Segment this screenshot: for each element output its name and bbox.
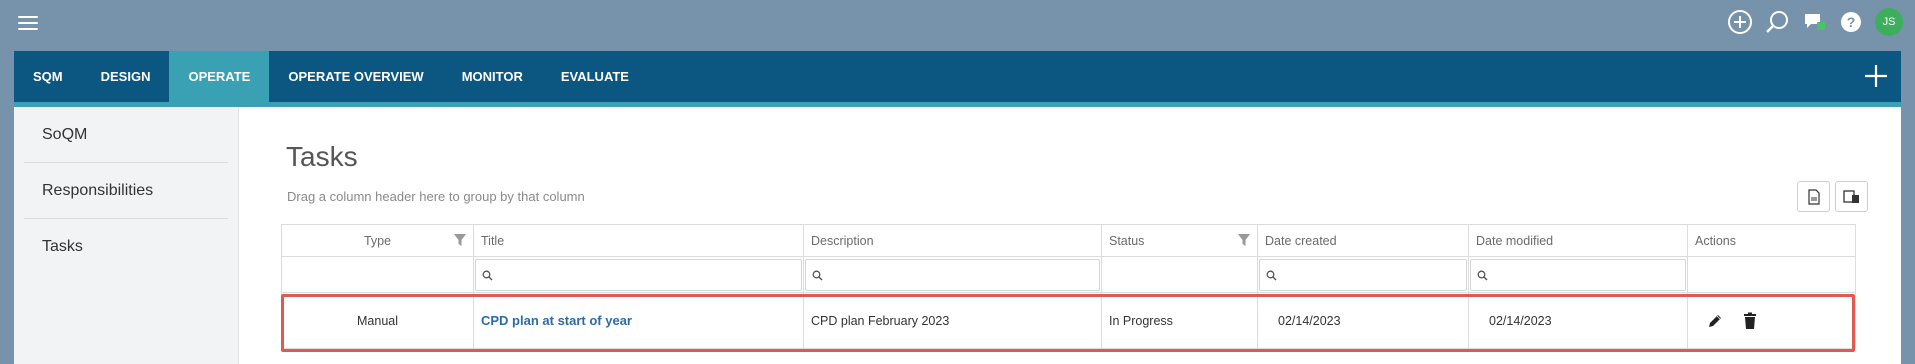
cell-description: CPD plan February 2023 xyxy=(803,292,1102,349)
column-header-date-modified[interactable]: Date modified xyxy=(1468,224,1688,257)
group-by-hint: Drag a column header here to group by th… xyxy=(287,189,585,204)
description-filter-field[interactable] xyxy=(805,258,1100,291)
add-icon[interactable] xyxy=(1863,63,1889,89)
search-icon xyxy=(482,270,493,280)
content-area: SoQM Responsibilities Tasks Tasks Drag a… xyxy=(14,107,1901,364)
menu-icon[interactable] xyxy=(18,16,38,30)
title-filter-input[interactable] xyxy=(476,259,801,290)
add-circle-icon[interactable] xyxy=(1727,9,1753,35)
filter-cell-date-modified xyxy=(1468,256,1688,293)
tab-monitor[interactable]: MONITOR xyxy=(443,51,542,102)
search-icon xyxy=(812,270,823,280)
column-header-type[interactable]: Type xyxy=(281,224,474,257)
column-chooser-button[interactable] xyxy=(1835,181,1868,212)
tab-design[interactable]: DESIGN xyxy=(82,51,170,102)
search-icon[interactable] xyxy=(1764,9,1790,35)
page-title: Tasks xyxy=(286,141,358,172)
filter-row xyxy=(281,256,1856,293)
filter-icon[interactable] xyxy=(1237,233,1251,247)
filter-icon[interactable] xyxy=(453,233,467,247)
filter-cell-description xyxy=(803,256,1102,293)
search-icon xyxy=(1266,270,1277,280)
main-nav: SQM DESIGN OPERATE OPERATE OVERVIEW MONI… xyxy=(14,51,1901,102)
chat-icon[interactable] xyxy=(1801,9,1827,35)
cell-status: In Progress xyxy=(1101,292,1258,349)
task-title-link[interactable]: CPD plan at start of year xyxy=(481,313,632,328)
tasks-grid: Type Title Description Status Date creat… xyxy=(281,224,1856,349)
date-modified-filter-input[interactable] xyxy=(1471,259,1685,290)
date-created-filter-field[interactable] xyxy=(1259,258,1467,291)
tab-operate[interactable]: OPERATE xyxy=(169,51,270,102)
filter-cell-date-created xyxy=(1257,256,1469,293)
cell-actions xyxy=(1687,292,1856,349)
filter-cell-title xyxy=(473,256,804,293)
column-header-title[interactable]: Title xyxy=(473,224,804,257)
pencil-icon xyxy=(1709,314,1721,327)
sidebar-item-tasks[interactable]: Tasks xyxy=(24,219,228,275)
date-modified-filter-field[interactable] xyxy=(1470,258,1686,291)
sidebar-item-soqm[interactable]: SoQM xyxy=(24,107,228,163)
date-created-filter-input[interactable] xyxy=(1260,259,1466,290)
column-chooser-icon xyxy=(1842,189,1859,203)
delete-button[interactable] xyxy=(1738,309,1762,333)
grid-header-row: Type Title Description Status Date creat… xyxy=(281,224,1856,257)
column-header-description[interactable]: Description xyxy=(803,224,1102,257)
title-filter-field[interactable] xyxy=(475,258,802,291)
column-header-status[interactable]: Status xyxy=(1101,224,1258,257)
export-button[interactable] xyxy=(1797,181,1830,212)
export-file-icon xyxy=(1807,188,1820,205)
main-panel: Tasks Drag a column header here to group… xyxy=(240,107,1901,364)
column-header-date-created[interactable]: Date created xyxy=(1257,224,1469,257)
top-icons: ? JS xyxy=(1727,8,1903,36)
sidebar: SoQM Responsibilities Tasks xyxy=(14,107,239,364)
help-icon[interactable]: ? xyxy=(1838,9,1864,35)
filter-cell-type xyxy=(281,256,474,293)
search-icon xyxy=(1477,270,1488,280)
cell-date-created: 02/14/2023 xyxy=(1257,292,1469,349)
column-header-actions: Actions xyxy=(1687,224,1856,257)
cell-date-modified: 02/14/2023 xyxy=(1468,292,1688,349)
svg-text:?: ? xyxy=(1847,14,1856,30)
filter-cell-status xyxy=(1101,256,1258,293)
filter-cell-actions xyxy=(1687,256,1856,293)
sidebar-item-responsibilities[interactable]: Responsibilities xyxy=(24,163,228,219)
edit-button[interactable] xyxy=(1703,309,1727,333)
column-header-type-label: Type xyxy=(363,233,392,248)
cell-title: CPD plan at start of year xyxy=(473,292,804,349)
table-row[interactable]: Manual CPD plan at start of year CPD pla… xyxy=(281,292,1856,349)
trash-icon xyxy=(1744,312,1757,329)
tab-sqm[interactable]: SQM xyxy=(14,51,82,102)
avatar[interactable]: JS xyxy=(1875,8,1903,36)
description-filter-input[interactable] xyxy=(806,259,1099,290)
tab-operate-overview[interactable]: OPERATE OVERVIEW xyxy=(269,51,442,102)
cell-type: Manual xyxy=(281,292,474,349)
tab-evaluate[interactable]: EVALUATE xyxy=(542,51,648,102)
top-bar: ? JS xyxy=(0,0,1915,46)
column-header-status-label: Status xyxy=(1109,233,1145,248)
